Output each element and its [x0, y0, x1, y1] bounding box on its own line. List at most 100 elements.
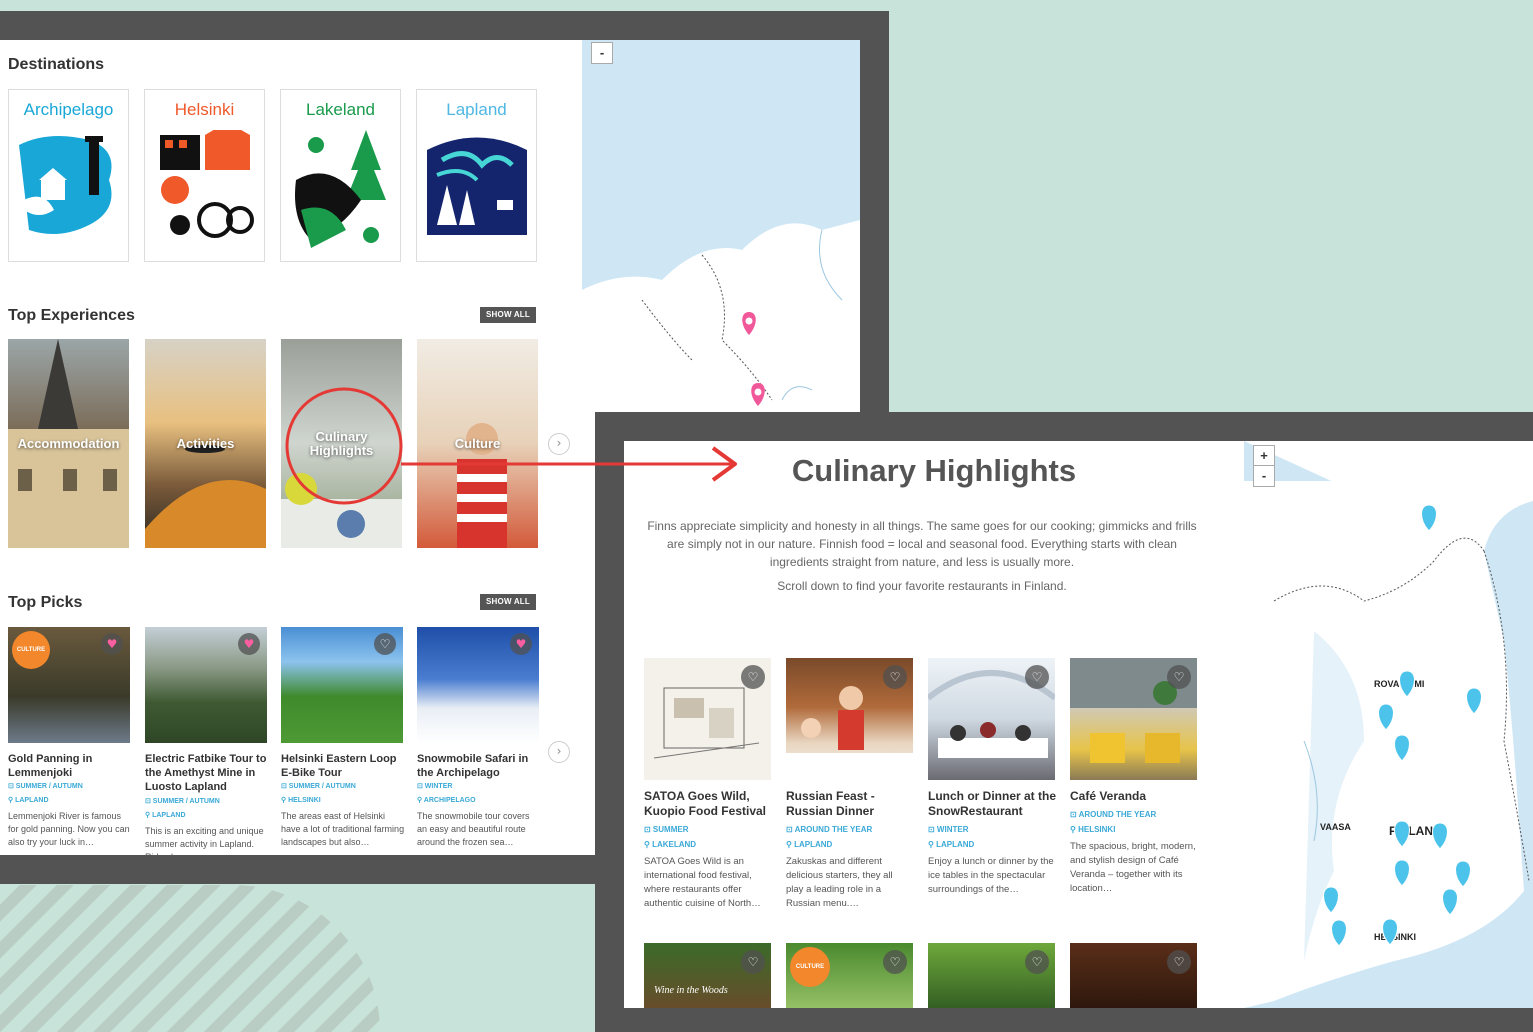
- lakeland-poster-art: [291, 130, 391, 252]
- map-pin-icon: [1466, 687, 1482, 715]
- restaurant-region: ⚲ LAPLAND: [928, 840, 975, 849]
- restaurant-description: SATOA Goes Wild is an international food…: [644, 856, 761, 909]
- pick-card[interactable]: CULTURE ♥ Gold Panning in Lemmenjoki ⊡ S…: [8, 627, 130, 855]
- favorite-heart-icon[interactable]: ♡: [1025, 950, 1049, 974]
- culinary-highlights-page: Culinary Highlights Finns appreciate sim…: [624, 441, 1533, 1008]
- restaurant-season: ⊡ SUMMER: [644, 825, 689, 834]
- destination-title: Lapland: [446, 100, 507, 119]
- favorite-heart-icon[interactable]: ♡: [741, 950, 765, 974]
- favorite-heart-icon[interactable]: ♥: [510, 633, 532, 655]
- restaurant-title[interactable]: SATOA Goes Wild, Kuopio Food Festival: [644, 789, 772, 819]
- map-pin-icon: [1421, 504, 1437, 532]
- wine-sign: Wine in the Woods: [654, 985, 728, 996]
- destination-title: Helsinki: [174, 100, 235, 119]
- experience-label: Culture: [454, 435, 501, 451]
- restaurant-title[interactable]: Lunch or Dinner at the SnowRestaurant: [928, 789, 1056, 819]
- experience-card-culinary-highlights[interactable]: Culinary Highlights: [281, 339, 402, 548]
- show-all-experiences-button[interactable]: SHOW ALL: [480, 307, 536, 323]
- favorite-heart-icon[interactable]: ♥: [101, 633, 123, 655]
- favorite-heart-icon[interactable]: ♡: [1025, 665, 1049, 689]
- restaurant-card-partial[interactable]: ♡: [1070, 943, 1197, 1008]
- map-pin-icon: [1394, 734, 1410, 762]
- restaurant-card-partial[interactable]: CULTURE ♡: [786, 943, 913, 1008]
- page-title: Culinary Highlights: [791, 453, 1077, 488]
- restaurant-title[interactable]: Russian Feast - Russian Dinner: [786, 789, 914, 819]
- zoom-in-button[interactable]: +: [1253, 445, 1275, 467]
- pick-region: ⚲ HELSINKI: [281, 797, 321, 804]
- destination-card-lapland[interactable]: Lapland: [416, 89, 537, 262]
- intro-text: Finns appreciate simplicity and honesty …: [647, 519, 1197, 569]
- experience-card-culture[interactable]: Culture: [417, 339, 538, 548]
- destination-title: Archipelago: [23, 100, 114, 119]
- pick-description: The snowmobile tour covers an easy and b…: [417, 811, 530, 847]
- decorative-stripes: [0, 885, 380, 1032]
- restaurant-season: ⊡ AROUND THE YEAR: [786, 825, 873, 834]
- destination-card-archipelago[interactable]: Archipelago: [8, 89, 129, 262]
- pick-title[interactable]: Snowmobile Safari in the Archipelago: [417, 752, 541, 780]
- restaurant-description: The spacious, bright, modern, and stylis…: [1070, 841, 1196, 894]
- scroll-hint: Scroll down to find your favorite restau…: [777, 579, 1067, 593]
- pick-description: Lemmenjoki River is famous for gold pann…: [8, 811, 130, 847]
- restaurant-region: ⚲ LAPLAND: [786, 840, 833, 849]
- destination-card-lakeland[interactable]: Lakeland: [280, 89, 401, 262]
- map-pin-icon: [1399, 670, 1415, 698]
- pick-season: ⊡ WINTER: [417, 783, 453, 790]
- map-pins: [1323, 504, 1482, 947]
- zoom-out-button[interactable]: -: [1253, 465, 1275, 487]
- content-column: Destinations Archipelago Helsinki Lakela…: [0, 40, 582, 855]
- pick-card[interactable]: ♥ Electric Fatbike Tour to the Amethyst …: [145, 627, 267, 855]
- pick-region: ⚲ ARCHIPELAGO: [417, 797, 476, 804]
- experience-card-accommodation[interactable]: Accommodation: [8, 339, 129, 548]
- top-picks-heading: Top Picks: [8, 594, 83, 611]
- restaurant-description: Enjoy a lunch or dinner by the ice table…: [928, 856, 1054, 895]
- lapland-poster-art: [427, 130, 527, 252]
- restaurant-description: Zakuskas and different delicious starter…: [786, 856, 893, 909]
- map-pin-icon: [1442, 888, 1458, 916]
- picks-next-button[interactable]: ›: [548, 741, 570, 763]
- pick-card[interactable]: ♡ Helsinki Eastern Loop E-Bike Tour ⊡ SU…: [281, 627, 405, 855]
- top-experiences-heading: Top Experiences: [8, 307, 135, 324]
- favorite-heart-icon[interactable]: ♥: [238, 633, 260, 655]
- restaurant-title[interactable]: Café Veranda: [1070, 789, 1198, 804]
- map-pin-icon: [1455, 860, 1471, 888]
- archipelago-poster-art: [19, 130, 119, 252]
- map-pin-icon: [1394, 820, 1410, 848]
- pick-description: The areas east of Helsinki have a lot of…: [281, 811, 405, 847]
- pick-card[interactable]: ♥ Snowmobile Safari in the Archipelago ⊡…: [417, 627, 539, 855]
- pick-description: This is an exciting and unique summer ac…: [145, 826, 264, 855]
- pick-region: ⚲ LAPLAND: [8, 797, 49, 804]
- pick-region: ⚲ LAPLAND: [145, 812, 186, 819]
- pick-title[interactable]: Electric Fatbike Tour to the Amethyst Mi…: [145, 752, 269, 794]
- favorite-heart-icon[interactable]: ♡: [374, 633, 396, 655]
- pick-title[interactable]: Gold Panning in Lemmenjoki: [8, 752, 132, 780]
- experiences-next-button[interactable]: ›: [548, 433, 570, 455]
- helsinki-poster-art: [155, 130, 255, 252]
- favorite-heart-icon[interactable]: ♡: [1167, 950, 1191, 974]
- experience-label: Activities: [176, 435, 235, 451]
- map-panel[interactable]: ROVANIEMI VAASA FINLAND HELSINKI + -: [1244, 441, 1533, 1008]
- favorite-heart-icon[interactable]: ♡: [883, 950, 907, 974]
- destination-card-helsinki[interactable]: Helsinki: [144, 89, 265, 262]
- map-pin-icon: [1323, 886, 1339, 914]
- culture-badge: CULTURE: [12, 631, 50, 669]
- zoom-out-button[interactable]: -: [591, 42, 613, 64]
- restaurant-card-partial[interactable]: Wine in the Woods ♡: [644, 943, 771, 1008]
- favorite-heart-icon[interactable]: ♡: [883, 665, 907, 689]
- restaurant-season: ⊡ WINTER: [928, 825, 969, 834]
- map-pin-icon: [1382, 918, 1398, 946]
- show-all-picks-button[interactable]: SHOW ALL: [480, 594, 536, 610]
- restaurant-region: ⚲ HELSINKI: [1070, 825, 1116, 834]
- destinations-heading: Destinations: [8, 56, 105, 73]
- favorite-heart-icon[interactable]: ♡: [741, 665, 765, 689]
- experience-label: Accommodation: [17, 435, 120, 451]
- restaurant-card-partial[interactable]: ♡: [928, 943, 1055, 1008]
- map-pin-icon: [1331, 919, 1347, 947]
- map-pin-icon: [1378, 703, 1394, 731]
- experience-card-activities[interactable]: Activities: [145, 339, 266, 548]
- pick-season: ⊡ SUMMER / AUTUMN: [145, 798, 220, 805]
- favorite-heart-icon[interactable]: ♡: [1167, 665, 1191, 689]
- culture-badge: CULTURE: [790, 947, 830, 987]
- pick-title[interactable]: Helsinki Eastern Loop E-Bike Tour: [281, 752, 405, 780]
- map-pin-icon: [1394, 859, 1410, 887]
- pick-season: ⊡ SUMMER / AUTUMN: [8, 783, 83, 790]
